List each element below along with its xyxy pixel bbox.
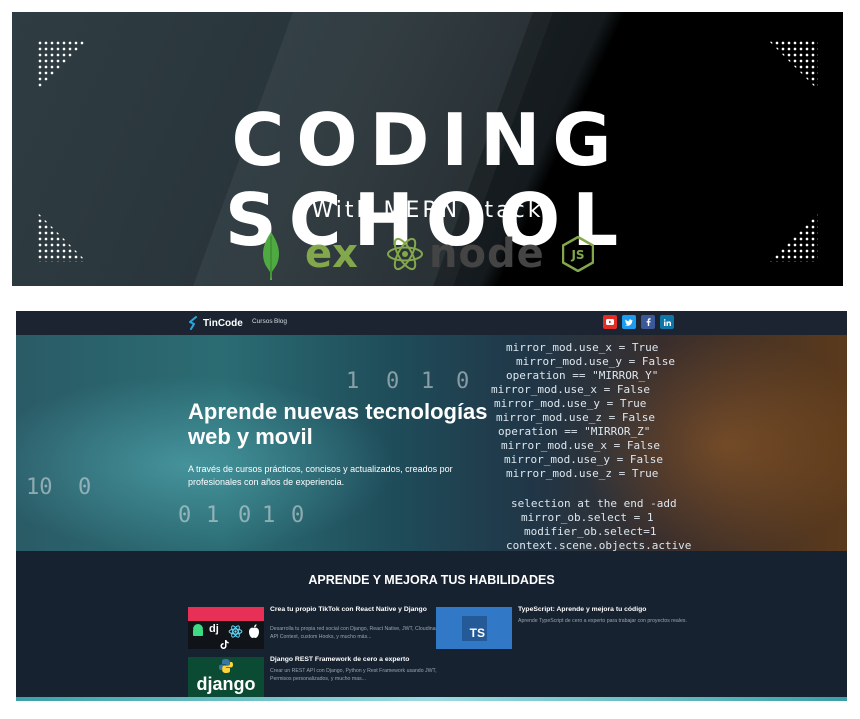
facebook-button[interactable] bbox=[641, 315, 655, 329]
dot-pattern-top-right bbox=[768, 40, 818, 90]
tincode-logo-icon bbox=[189, 316, 197, 330]
coding-school-banner: CODING SCHOOL With MERN stack ex node JS bbox=[12, 12, 843, 286]
youtube-icon bbox=[606, 319, 614, 325]
nodejs-icon: JS bbox=[562, 236, 594, 272]
course-thumbnail: TS bbox=[436, 607, 512, 649]
course-card-typescript[interactable]: TS TypeScript: Aprende y mejora tu códig… bbox=[436, 606, 687, 649]
code-line: mirror_mod.use_z = True bbox=[506, 467, 659, 480]
brand-logo[interactable]: TinCode bbox=[188, 315, 243, 331]
code-line: mirror_mod.use_y = False bbox=[504, 453, 663, 466]
hero-title: Aprende nuevas tecnologías web y movil bbox=[188, 399, 488, 449]
course-title[interactable]: Django REST Framework de cero a experto bbox=[270, 656, 430, 665]
code-line: context.scene.objects.active bbox=[506, 539, 692, 551]
code-line: operation == "MIRROR_Y" bbox=[506, 369, 659, 382]
binary-digit: 0 bbox=[238, 503, 252, 528]
course-thumbnail: django bbox=[188, 657, 264, 699]
react-icon bbox=[387, 237, 423, 271]
banner-subtitle: With MERN stack bbox=[311, 198, 544, 223]
course-title[interactable]: Crea tu propio TikTok con React Native y… bbox=[270, 606, 430, 615]
code-line: selection at the end -add bbox=[511, 497, 677, 510]
js-label: JS bbox=[570, 248, 584, 262]
tiktok-icon bbox=[220, 640, 229, 649]
nav-link-blog[interactable]: Blog bbox=[274, 318, 287, 325]
course-description: Crear un REST API con Django, Python y R… bbox=[270, 668, 437, 682]
binary-digit: 1 bbox=[262, 503, 276, 528]
tech-logos: ex node JS bbox=[257, 230, 597, 280]
binary-digit: 0 bbox=[386, 369, 400, 394]
hero-section: mirror_mod.use_x = True mirror_mod.use_y… bbox=[16, 335, 847, 551]
course-title[interactable]: TypeScript: Aprende y mejora tu código bbox=[518, 606, 678, 615]
code-line: mirror_ob.select = 1 bbox=[521, 511, 654, 524]
apple-icon bbox=[249, 624, 259, 638]
tincode-website: TinCode Cursos Blog mirror_mod.use_x = T… bbox=[16, 311, 847, 701]
brand-name: TinCode bbox=[203, 317, 243, 329]
facebook-icon bbox=[646, 318, 651, 326]
code-line: mirror_mod.use_y = False bbox=[516, 355, 675, 368]
twitter-icon bbox=[625, 318, 633, 326]
code-line: modifier_ob.select=1 bbox=[524, 525, 657, 538]
nodejs-logo: node bbox=[429, 231, 545, 277]
binary-digit: 0 bbox=[456, 369, 470, 394]
navbar: TinCode Cursos Blog bbox=[16, 311, 847, 335]
django-dj-label: dj bbox=[209, 623, 219, 635]
binary-digit: 0 bbox=[178, 503, 192, 528]
ts-label: TS bbox=[469, 626, 485, 640]
code-line: mirror_mod.use_x = False bbox=[491, 383, 650, 396]
course-card-django-rest[interactable]: django Django REST Framework de cero a e… bbox=[188, 656, 437, 699]
code-line: mirror_mod.use_x = True bbox=[506, 341, 659, 354]
twitter-button[interactable] bbox=[622, 315, 636, 329]
typescript-icon: TS bbox=[462, 616, 487, 641]
binary-digit: 1 bbox=[421, 369, 435, 394]
nav-link-cursos[interactable]: Cursos bbox=[252, 318, 273, 325]
youtube-button[interactable] bbox=[603, 315, 617, 329]
android-icon bbox=[193, 624, 203, 636]
dot-pattern-top-left bbox=[37, 40, 87, 90]
course-thumbnail: dj bbox=[188, 607, 264, 649]
mongodb-leaf-icon bbox=[263, 232, 279, 280]
binary-digit: 1 bbox=[346, 369, 360, 394]
django-logo-text: django bbox=[196, 674, 256, 694]
linkedin-button[interactable] bbox=[660, 315, 674, 329]
react-icon bbox=[228, 625, 243, 638]
skills-heading: APRENDE Y MEJORA TUS HABILIDADES bbox=[308, 573, 555, 587]
binary-digit: 10 bbox=[26, 475, 53, 500]
hero-description: A través de cursos prácticos, concisos y… bbox=[188, 464, 453, 487]
course-description: Aprende TypeScript de cero a experto par… bbox=[518, 618, 687, 624]
binary-digit: 0 bbox=[78, 475, 92, 500]
course-card-tiktok[interactable]: dj Crea tu propio TikTok con React Nativ… bbox=[188, 606, 441, 649]
express-logo: ex bbox=[305, 231, 358, 277]
linkedin-icon bbox=[663, 318, 671, 326]
binary-digit: 0 bbox=[291, 503, 305, 528]
bottom-strip bbox=[16, 697, 847, 701]
binary-digit: 1 bbox=[206, 503, 220, 528]
python-icon bbox=[219, 659, 233, 673]
course-description: Desarrolla tu propia red social con Djan… bbox=[270, 626, 441, 640]
